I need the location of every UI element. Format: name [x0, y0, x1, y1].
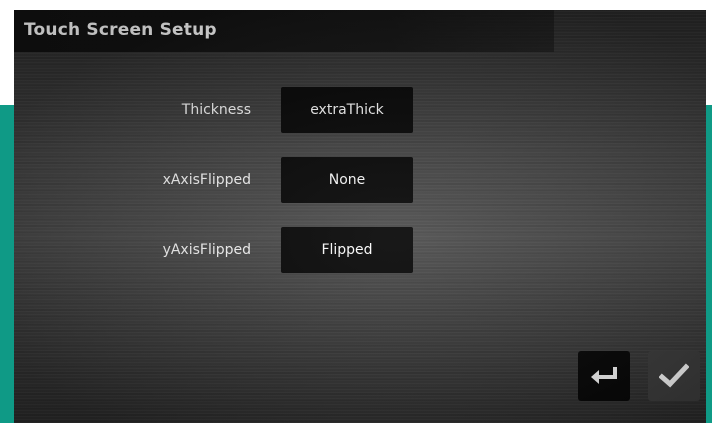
- touch-screen-setup-panel: Touch Screen Setup Thickness extraThick …: [14, 10, 706, 423]
- teal-frame-right: [706, 105, 712, 423]
- setting-row-thickness: Thickness extraThick: [14, 87, 706, 133]
- setting-label-x-axis-flipped: xAxisFlipped: [162, 172, 251, 188]
- teal-frame-left: [0, 105, 14, 423]
- thickness-selector[interactable]: extraThick: [281, 87, 413, 133]
- setting-row-y-axis-flipped: yAxisFlipped Flipped: [14, 227, 706, 273]
- back-button[interactable]: [578, 351, 630, 401]
- title-bar: Touch Screen Setup: [14, 10, 554, 52]
- setting-label-y-axis-flipped: yAxisFlipped: [162, 242, 251, 258]
- y-axis-flipped-selector[interactable]: Flipped: [281, 227, 413, 273]
- return-arrow-icon: [588, 364, 620, 388]
- page-title: Touch Screen Setup: [24, 20, 217, 40]
- setting-row-x-axis-flipped: xAxisFlipped None: [14, 157, 706, 203]
- confirm-button[interactable]: [648, 351, 700, 401]
- checkmark-icon: [659, 363, 689, 389]
- setting-label-thickness: Thickness: [181, 102, 251, 118]
- x-axis-flipped-selector[interactable]: None: [281, 157, 413, 203]
